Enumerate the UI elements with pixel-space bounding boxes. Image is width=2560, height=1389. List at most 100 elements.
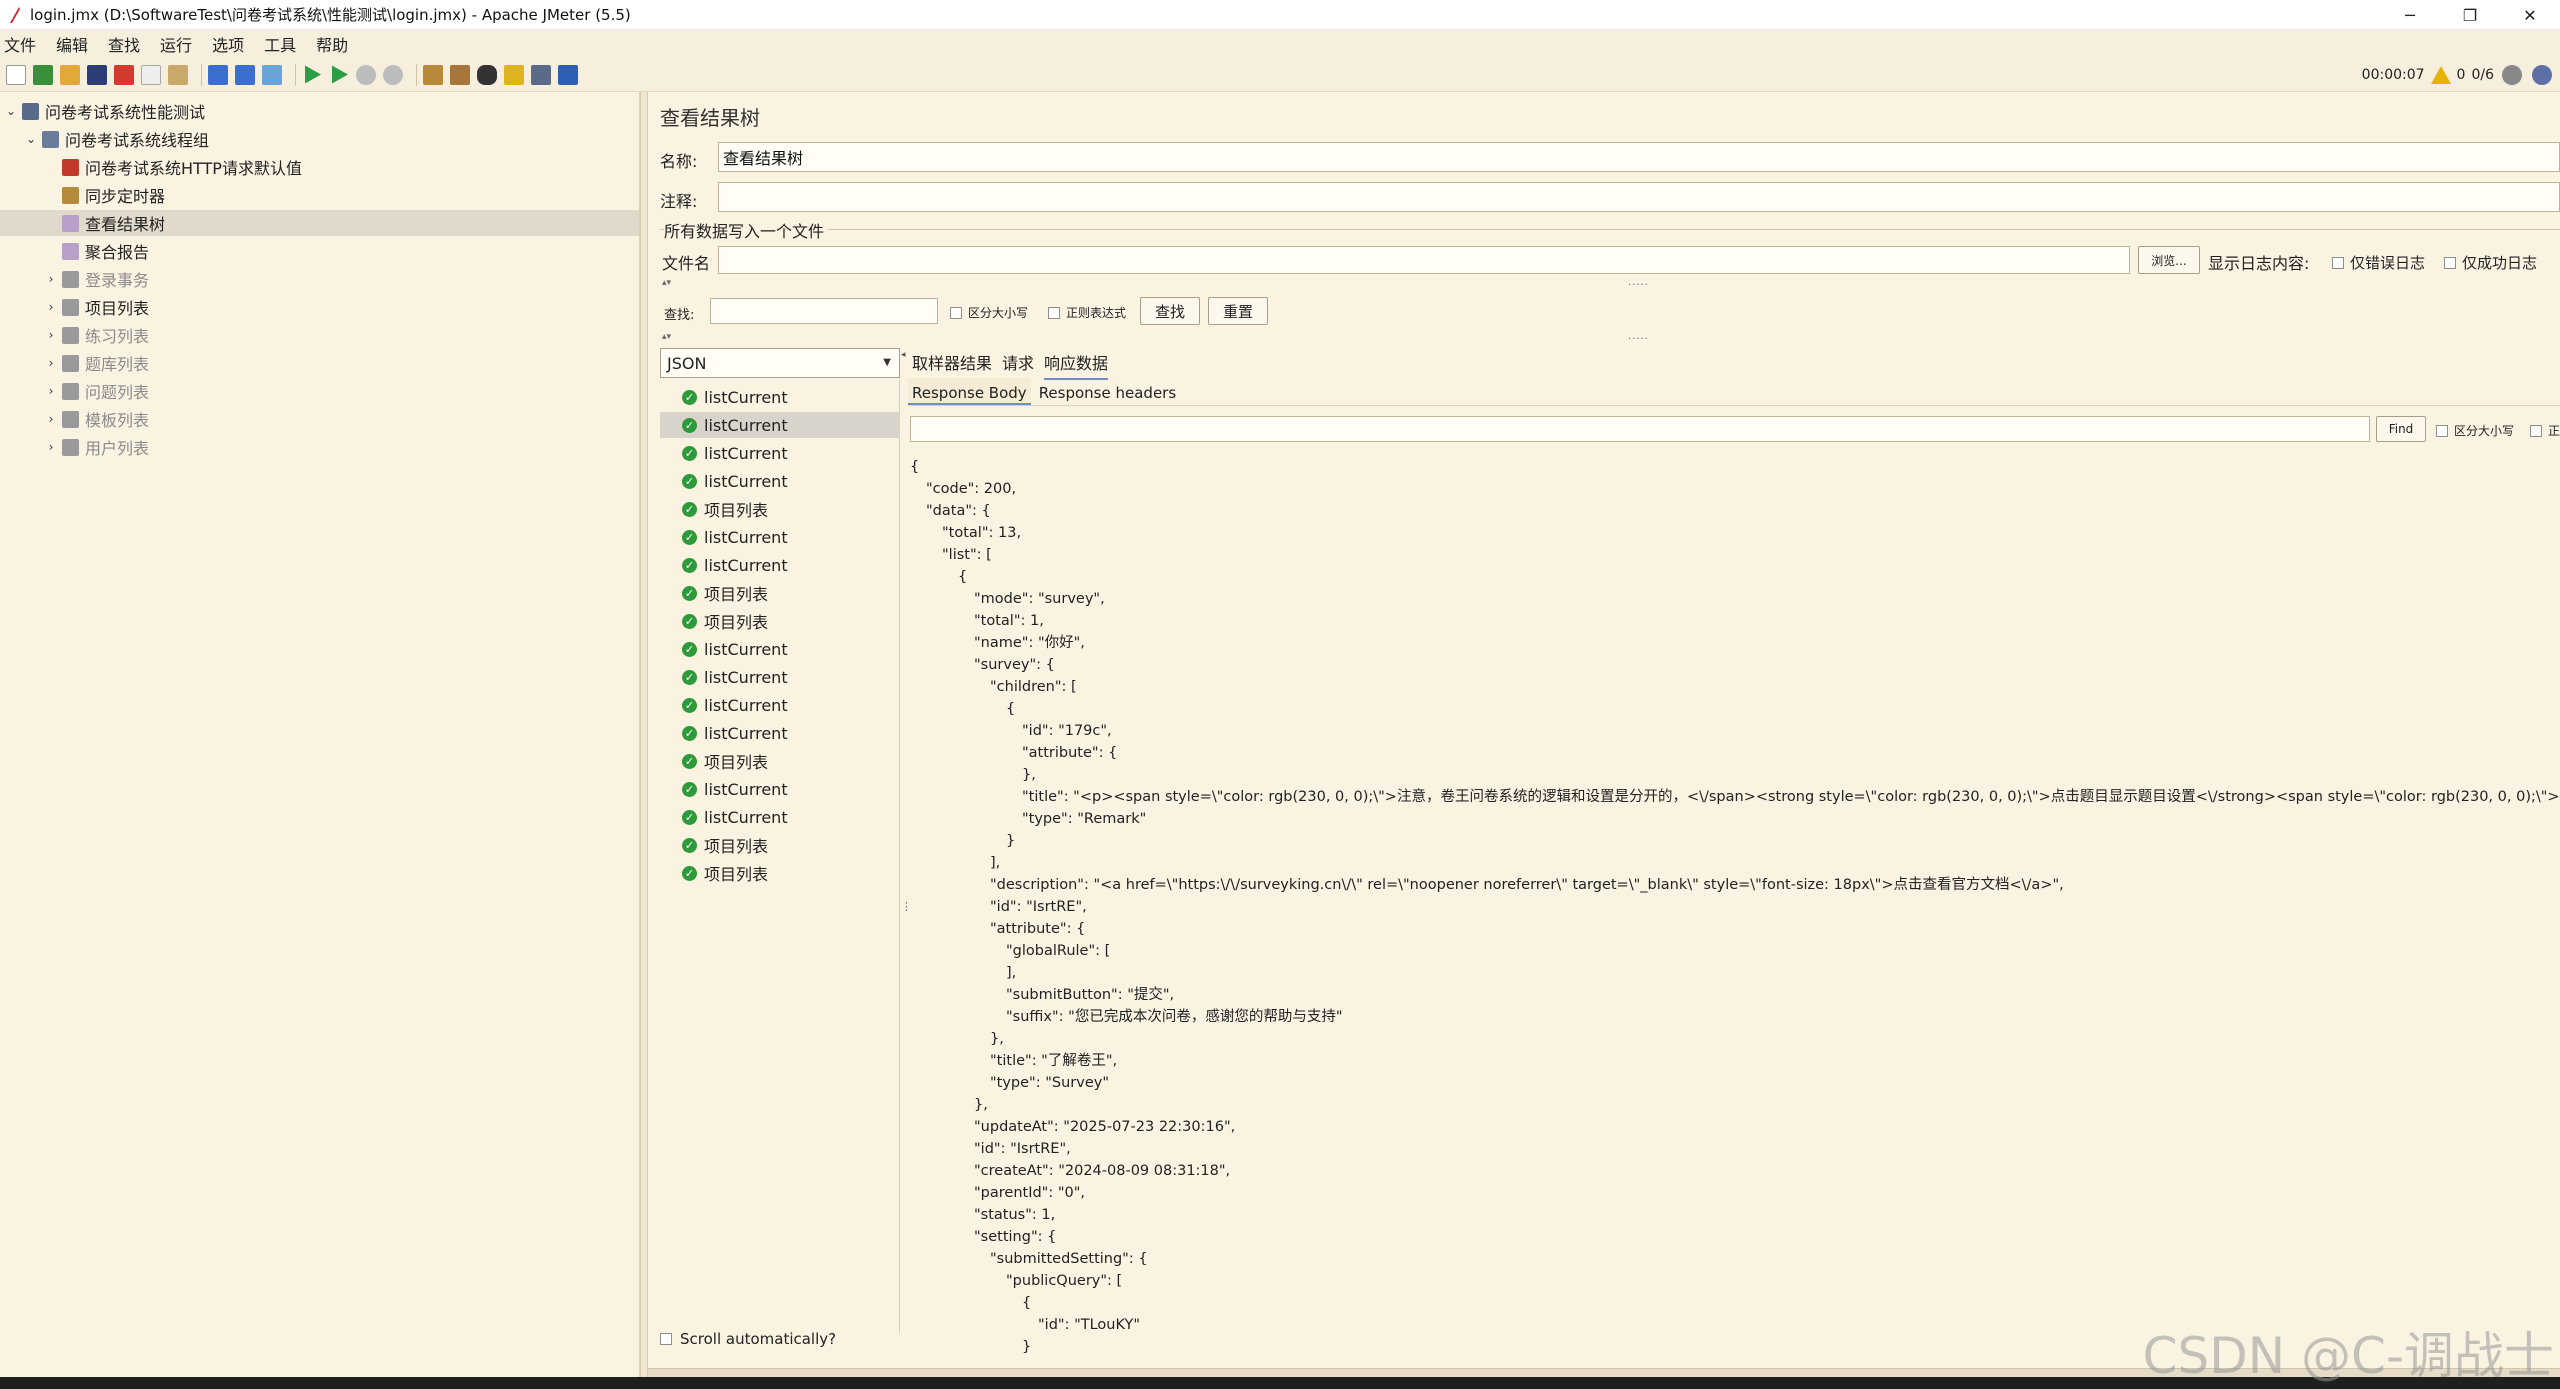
maximize-button[interactable]: ❐ [2440, 0, 2500, 30]
start-icon[interactable] [305, 65, 321, 84]
file-name-field[interactable] [718, 246, 2130, 274]
response-body-text[interactable]: {"code": 200, "data": {"total": 13, "list"… [910, 456, 2560, 1356]
scroll-automatically-checkbox[interactable]: Scroll automatically? [660, 1330, 836, 1348]
collapsed-arrow-icon[interactable]: › [44, 440, 58, 454]
result-item[interactable]: ✓ 项目列表 [660, 608, 900, 634]
browse-button[interactable]: 浏览... [2138, 246, 2200, 274]
result-item[interactable]: ✓ listCurrent [660, 552, 900, 578]
result-item[interactable]: ✓ 项目列表 [660, 860, 900, 886]
start-no-pauses-icon[interactable] [332, 65, 348, 84]
collapsed-arrow-icon[interactable]: › [44, 300, 58, 314]
response-find-button[interactable]: Find [2376, 416, 2426, 442]
tree-node[interactable]: › 问题列表 [0, 378, 639, 404]
tab-response-headers[interactable]: Response headers [1035, 378, 1180, 405]
main-splitter[interactable]: ⋮ [640, 92, 655, 1377]
paste-icon[interactable] [168, 64, 188, 85]
tab-sampler-result[interactable]: 取样器结果 [912, 350, 992, 380]
search-button[interactable]: 查找 [1140, 297, 1200, 325]
tree-node[interactable]: 聚合报告 [0, 238, 639, 264]
menu-file[interactable]: 文件 [4, 32, 36, 56]
results-splitter[interactable]: ◂ ⋮ [900, 348, 912, 1333]
result-item[interactable]: ✓ listCurrent [660, 804, 900, 830]
horizontal-splitter-2[interactable]: ▴▾ ····· [648, 332, 2560, 345]
tree-node[interactable]: › 题库列表 [0, 350, 639, 376]
tree-node[interactable]: ⌄ 问卷考试系统性能测试 [0, 98, 639, 124]
tree-node[interactable]: › 登录事务 [0, 266, 639, 292]
success-only-checkbox[interactable]: 仅成功日志 [2444, 252, 2537, 273]
collapse-icon[interactable] [235, 64, 255, 85]
result-item[interactable]: ✓ 项目列表 [660, 748, 900, 774]
collapsed-arrow-icon[interactable]: › [44, 328, 58, 342]
tree-node[interactable]: › 用户列表 [0, 434, 639, 460]
close-button[interactable]: ✕ [2500, 0, 2560, 30]
stop-icon[interactable] [356, 64, 376, 85]
result-item[interactable]: ✓ 项目列表 [660, 580, 900, 606]
result-item[interactable]: ✓ listCurrent [660, 664, 900, 690]
errors-only-checkbox[interactable]: 仅错误日志 [2332, 252, 2425, 273]
collapsed-arrow-icon[interactable]: › [44, 356, 58, 370]
tree-node[interactable]: 问卷考试系统HTTP请求默认值 [0, 154, 639, 180]
tree-node[interactable]: 查看结果树 [0, 210, 639, 236]
result-item[interactable]: ✓ listCurrent [660, 524, 900, 550]
result-item[interactable]: ✓ listCurrent [660, 468, 900, 494]
response-case-checkbox[interactable]: 区分大小写 [2436, 422, 2514, 439]
help-icon[interactable] [558, 64, 578, 85]
result-item[interactable]: ✓ 项目列表 [660, 832, 900, 858]
response-regex-checkbox[interactable]: 正 [2530, 422, 2560, 439]
reset-button[interactable]: 重置 [1208, 297, 1268, 325]
copy-icon[interactable] [141, 64, 161, 85]
menu-tools[interactable]: 工具 [264, 32, 296, 56]
tree-node[interactable]: › 项目列表 [0, 294, 639, 320]
clear-icon[interactable] [423, 64, 443, 85]
tab-request[interactable]: 请求 [1002, 350, 1034, 380]
warning-icon[interactable] [2430, 66, 2451, 84]
search-field[interactable] [710, 298, 938, 324]
remote-icon[interactable] [2502, 65, 2522, 85]
tab-response-body[interactable]: Response Body [908, 378, 1031, 405]
result-item[interactable]: ✓ listCurrent [660, 384, 900, 410]
collapsed-arrow-icon[interactable]: › [44, 272, 58, 286]
open-icon[interactable] [60, 64, 80, 85]
menu-search[interactable]: 查找 [108, 32, 140, 56]
tree-node[interactable]: ⌄ 问卷考试系统线程组 [0, 126, 639, 152]
expanded-arrow-icon[interactable]: ⌄ [24, 132, 38, 146]
menu-options[interactable]: 选项 [212, 32, 244, 56]
expanded-arrow-icon[interactable]: ⌄ [4, 104, 18, 118]
search-binoculars-icon[interactable] [477, 64, 497, 85]
result-item[interactable]: ✓ listCurrent [660, 692, 900, 718]
function-helper-icon[interactable] [531, 64, 551, 85]
horizontal-splitter-1[interactable]: ▴▾ ····· [648, 278, 2560, 291]
save-icon[interactable] [87, 64, 107, 85]
minimize-button[interactable]: ─ [2380, 0, 2440, 30]
result-item[interactable]: ✓ listCurrent [660, 720, 900, 746]
templates-icon[interactable] [33, 64, 53, 85]
collapsed-arrow-icon[interactable]: › [44, 412, 58, 426]
tab-response-data[interactable]: 响应数据 [1044, 350, 1109, 380]
result-item[interactable]: ✓ 项目列表 [660, 496, 900, 522]
menu-run[interactable]: 运行 [160, 32, 192, 56]
toggle-icon[interactable] [262, 64, 282, 85]
response-find-field[interactable] [910, 416, 2370, 442]
tree-node[interactable]: › 模板列表 [0, 406, 639, 432]
menu-help[interactable]: 帮助 [316, 32, 348, 56]
tree-node[interactable]: 同步定时器 [0, 182, 639, 208]
renderer-select[interactable]: JSON ▼ [660, 348, 900, 378]
menu-edit[interactable]: 编辑 [56, 32, 88, 56]
result-item[interactable]: ✓ listCurrent [660, 440, 900, 466]
tree-node[interactable]: › 练习列表 [0, 322, 639, 348]
comment-field[interactable] [718, 182, 2560, 212]
reset-search-icon[interactable] [504, 64, 524, 85]
case-sensitive-checkbox[interactable]: 区分大小写 [950, 304, 1028, 321]
log-viewer-icon[interactable] [2532, 65, 2552, 85]
new-icon[interactable] [6, 64, 26, 85]
result-item[interactable]: ✓ listCurrent [660, 412, 900, 438]
expand-icon[interactable] [208, 64, 228, 85]
clear-all-icon[interactable] [450, 64, 470, 85]
result-item[interactable]: ✓ listCurrent [660, 636, 900, 662]
cut-icon[interactable] [114, 64, 134, 85]
collapsed-arrow-icon[interactable]: › [44, 384, 58, 398]
result-item[interactable]: ✓ listCurrent [660, 776, 900, 802]
regex-checkbox[interactable]: 正则表达式 [1048, 304, 1126, 321]
name-field[interactable]: 查看结果树 [718, 142, 2560, 172]
shutdown-icon[interactable] [383, 64, 403, 85]
